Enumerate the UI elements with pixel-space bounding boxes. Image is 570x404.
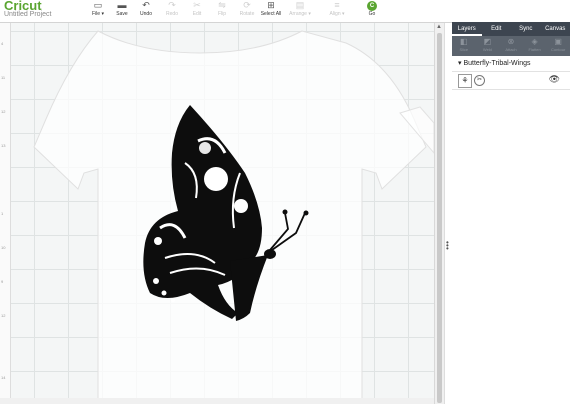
go-icon: C <box>367 1 377 11</box>
drag-handle-icon[interactable]: • • • <box>446 239 449 253</box>
layer-group-row[interactable]: ▾ Butterfly-Tribal-Wings <box>452 56 570 72</box>
contour-icon: ▣ <box>554 37 562 46</box>
group-name: Butterfly-Tribal-Wings <box>463 60 531 67</box>
panel-tabs: Layers Edit Sync Canvas <box>452 22 570 36</box>
design-canvas[interactable] <box>0 23 434 404</box>
tab-sync[interactable]: Sync <box>511 22 541 36</box>
weld-button[interactable]: ◩ Weld <box>476 36 500 56</box>
butterfly-image[interactable] <box>0 23 434 404</box>
go-button[interactable]: C Go <box>357 0 387 22</box>
collapse-icon[interactable]: ▾ <box>458 60 462 67</box>
tab-edit[interactable]: Edit <box>482 22 512 36</box>
layer-thumbnail: ⚘ <box>458 74 472 88</box>
layers-panel: Layers Edit Sync Canvas ◧ Slice ◩ Weld ⊗ At… <box>452 22 570 404</box>
layer-row[interactable]: ⚘ ✂ 👁 <box>452 72 570 90</box>
flatten-button[interactable]: ◈ Flatten <box>523 36 547 56</box>
flatten-icon: ◈ <box>531 37 538 46</box>
scroll-up-icon[interactable]: ▲ <box>436 24 442 30</box>
align-menu-button[interactable]: ≡ Align ▾ <box>322 0 352 22</box>
arrange-menu-button[interactable]: ▤ Arrange ▾ <box>285 0 315 22</box>
panel-resize-handle[interactable]: • • • <box>444 23 452 404</box>
top-toolbar: Cricut Untitled Project ▭ File ▾ ▬ Save ↶ U… <box>0 0 570 23</box>
select-all-icon: ⊞ <box>267 0 275 10</box>
tab-layers[interactable]: Layers <box>452 22 482 36</box>
slice-button[interactable]: ◧ Slice <box>452 36 476 56</box>
weld-icon: ◩ <box>483 37 492 46</box>
horizontal-scrollbar[interactable] <box>0 398 434 404</box>
attach-button[interactable]: ⊗ Attach <box>499 36 523 56</box>
cut-icon[interactable]: ✂ <box>474 75 485 86</box>
layer-actions: ◧ Slice ◩ Weld ⊗ Attach ◈ Flatten ▣ Contour <box>452 36 570 56</box>
align-icon: ≡ <box>334 0 340 10</box>
arrange-icon: ▤ <box>295 0 305 10</box>
contour-button[interactable]: ▣ Contour <box>546 36 570 56</box>
tab-canvas[interactable]: Canvas <box>541 22 570 36</box>
project-name[interactable]: Untitled Project <box>4 11 51 18</box>
select-all-button[interactable]: ⊞ Select All <box>255 0 287 22</box>
visibility-eye-icon[interactable]: 👁 <box>549 74 560 85</box>
scrollbar-thumb[interactable] <box>437 33 442 403</box>
slice-icon: ◧ <box>460 37 468 46</box>
vertical-ruler: 4 11 12 13 1 10 9 12 14 <box>0 23 11 404</box>
attach-icon: ⊗ <box>507 37 515 46</box>
